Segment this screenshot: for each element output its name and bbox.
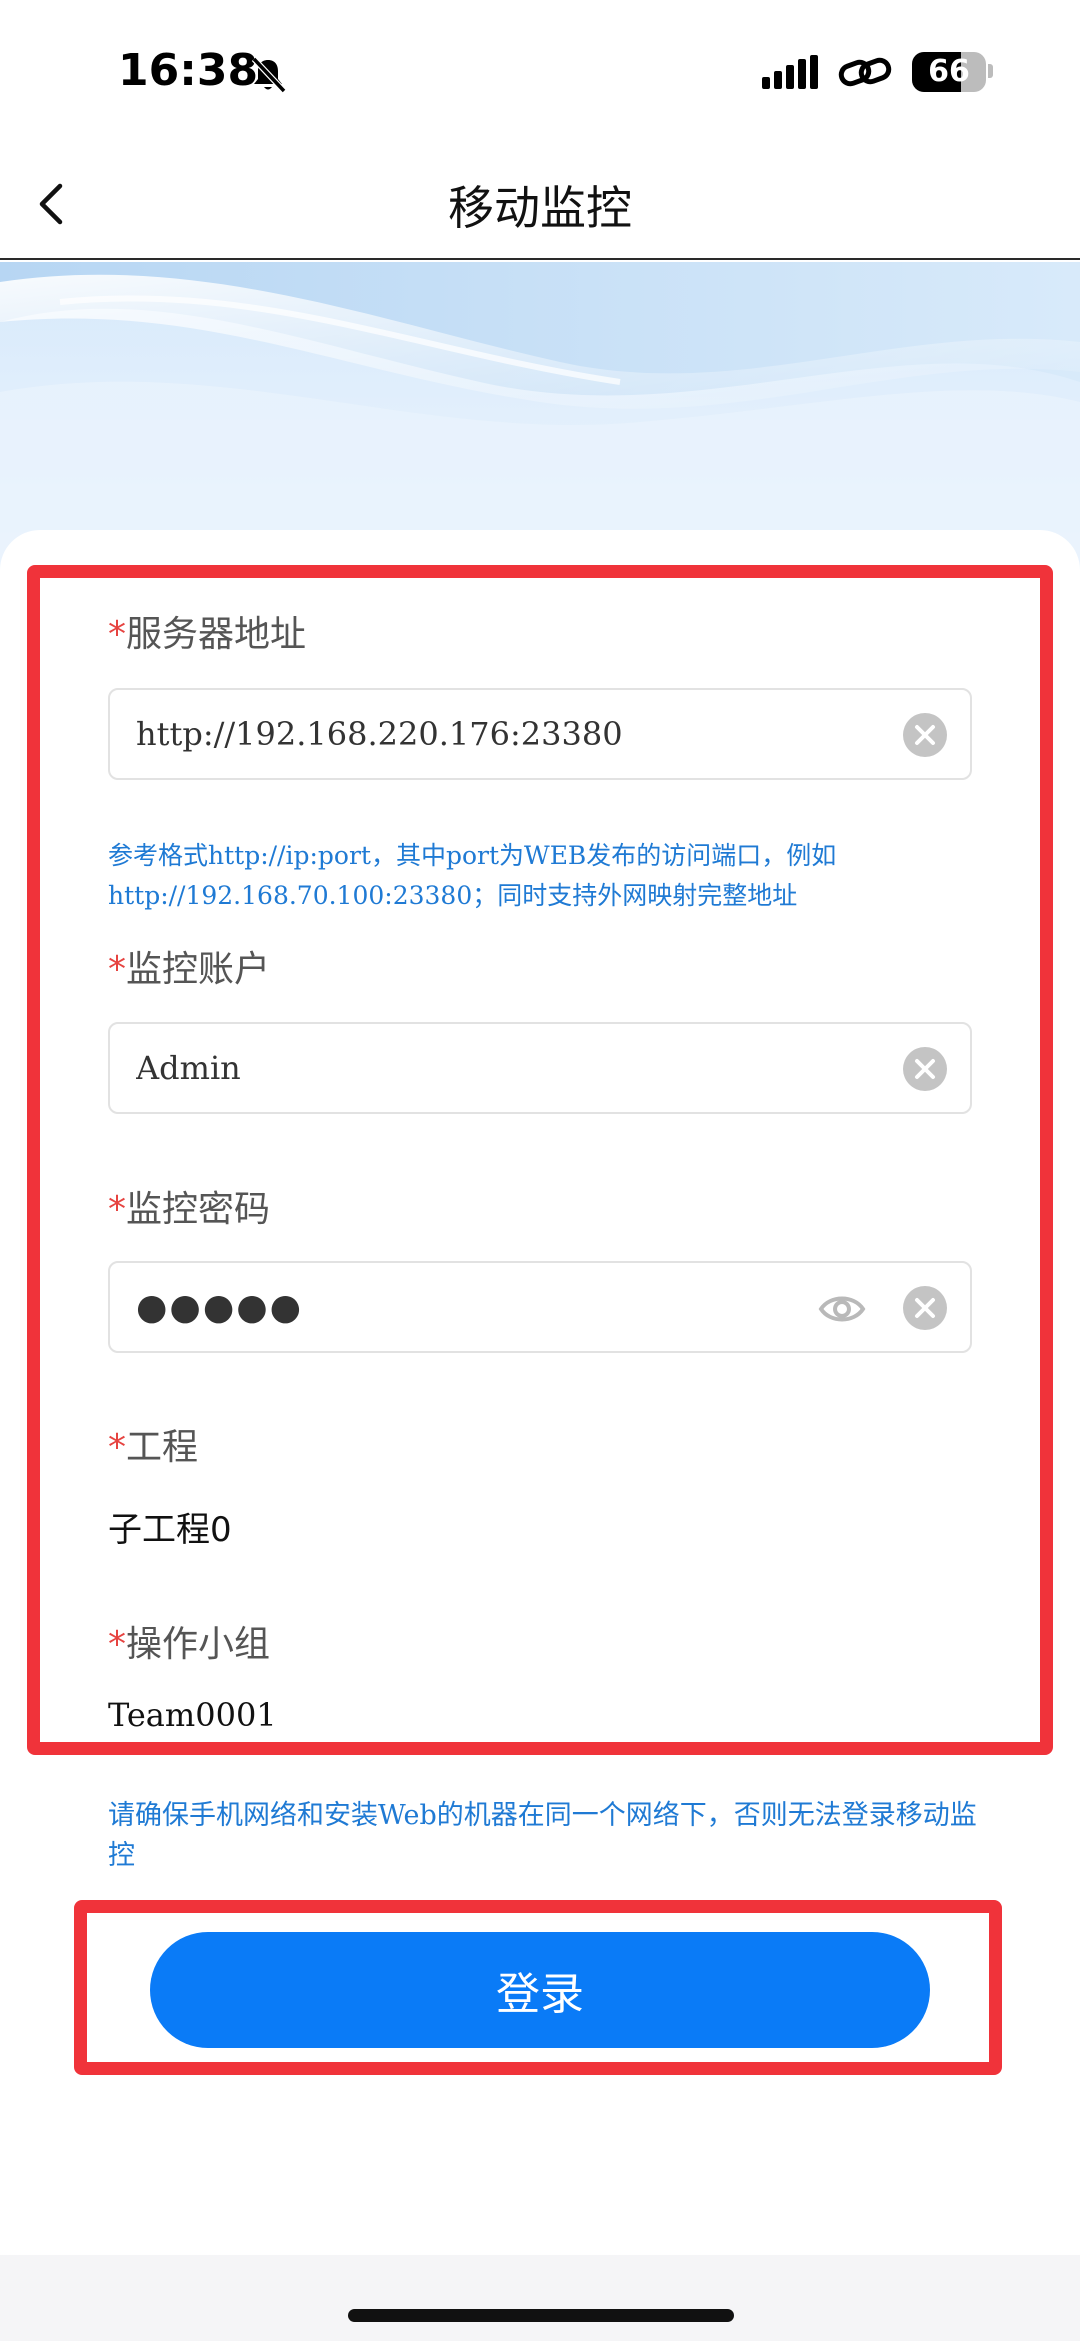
server-input[interactable] bbox=[136, 690, 776, 778]
clear-icon[interactable] bbox=[902, 712, 948, 758]
account-label: *监控账户 bbox=[108, 949, 271, 990]
account-input-box[interactable] bbox=[108, 1022, 972, 1114]
login-button[interactable]: 登录 bbox=[150, 1932, 930, 2048]
network-hint: 请确保手机网络和安装Web的机器在同一个网络下，否则无法登录移动监控 bbox=[108, 1800, 977, 1871]
server-label: *服务器地址 bbox=[108, 614, 307, 655]
battery-icon: 66 bbox=[912, 52, 986, 92]
battery-level: 66 bbox=[928, 54, 970, 89]
link-icon bbox=[838, 57, 892, 87]
status-bar: 16:38 66 bbox=[0, 0, 1080, 150]
clear-icon[interactable] bbox=[902, 1046, 948, 1092]
home-indicator[interactable] bbox=[348, 2309, 734, 2322]
eye-icon[interactable] bbox=[818, 1287, 866, 1331]
password-label: *监控密码 bbox=[108, 1189, 271, 1230]
server-format-hint: 参考格式http://ip:port，其中port为WEB发布的访问端口，例如h… bbox=[108, 841, 837, 910]
team-value[interactable]: Team0001 bbox=[108, 1696, 277, 1734]
team-label: *操作小组 bbox=[108, 1624, 271, 1665]
status-time: 16:38 bbox=[118, 45, 259, 96]
server-input-box[interactable] bbox=[108, 688, 972, 780]
project-value[interactable]: 子工程0 bbox=[108, 1502, 232, 1551]
page-title: 移动监控 bbox=[448, 181, 632, 235]
account-input[interactable] bbox=[136, 1024, 776, 1112]
project-label: *工程 bbox=[108, 1427, 199, 1468]
password-input-box[interactable] bbox=[108, 1261, 972, 1353]
battery-tip bbox=[988, 64, 993, 78]
password-input[interactable] bbox=[136, 1263, 776, 1351]
clear-icon[interactable] bbox=[902, 1285, 948, 1331]
signal-icon bbox=[762, 55, 818, 89]
bottom-safe-area bbox=[0, 2255, 1080, 2341]
bell-muted-icon bbox=[251, 56, 287, 94]
nav-bar: 移动监控 bbox=[0, 150, 1080, 260]
